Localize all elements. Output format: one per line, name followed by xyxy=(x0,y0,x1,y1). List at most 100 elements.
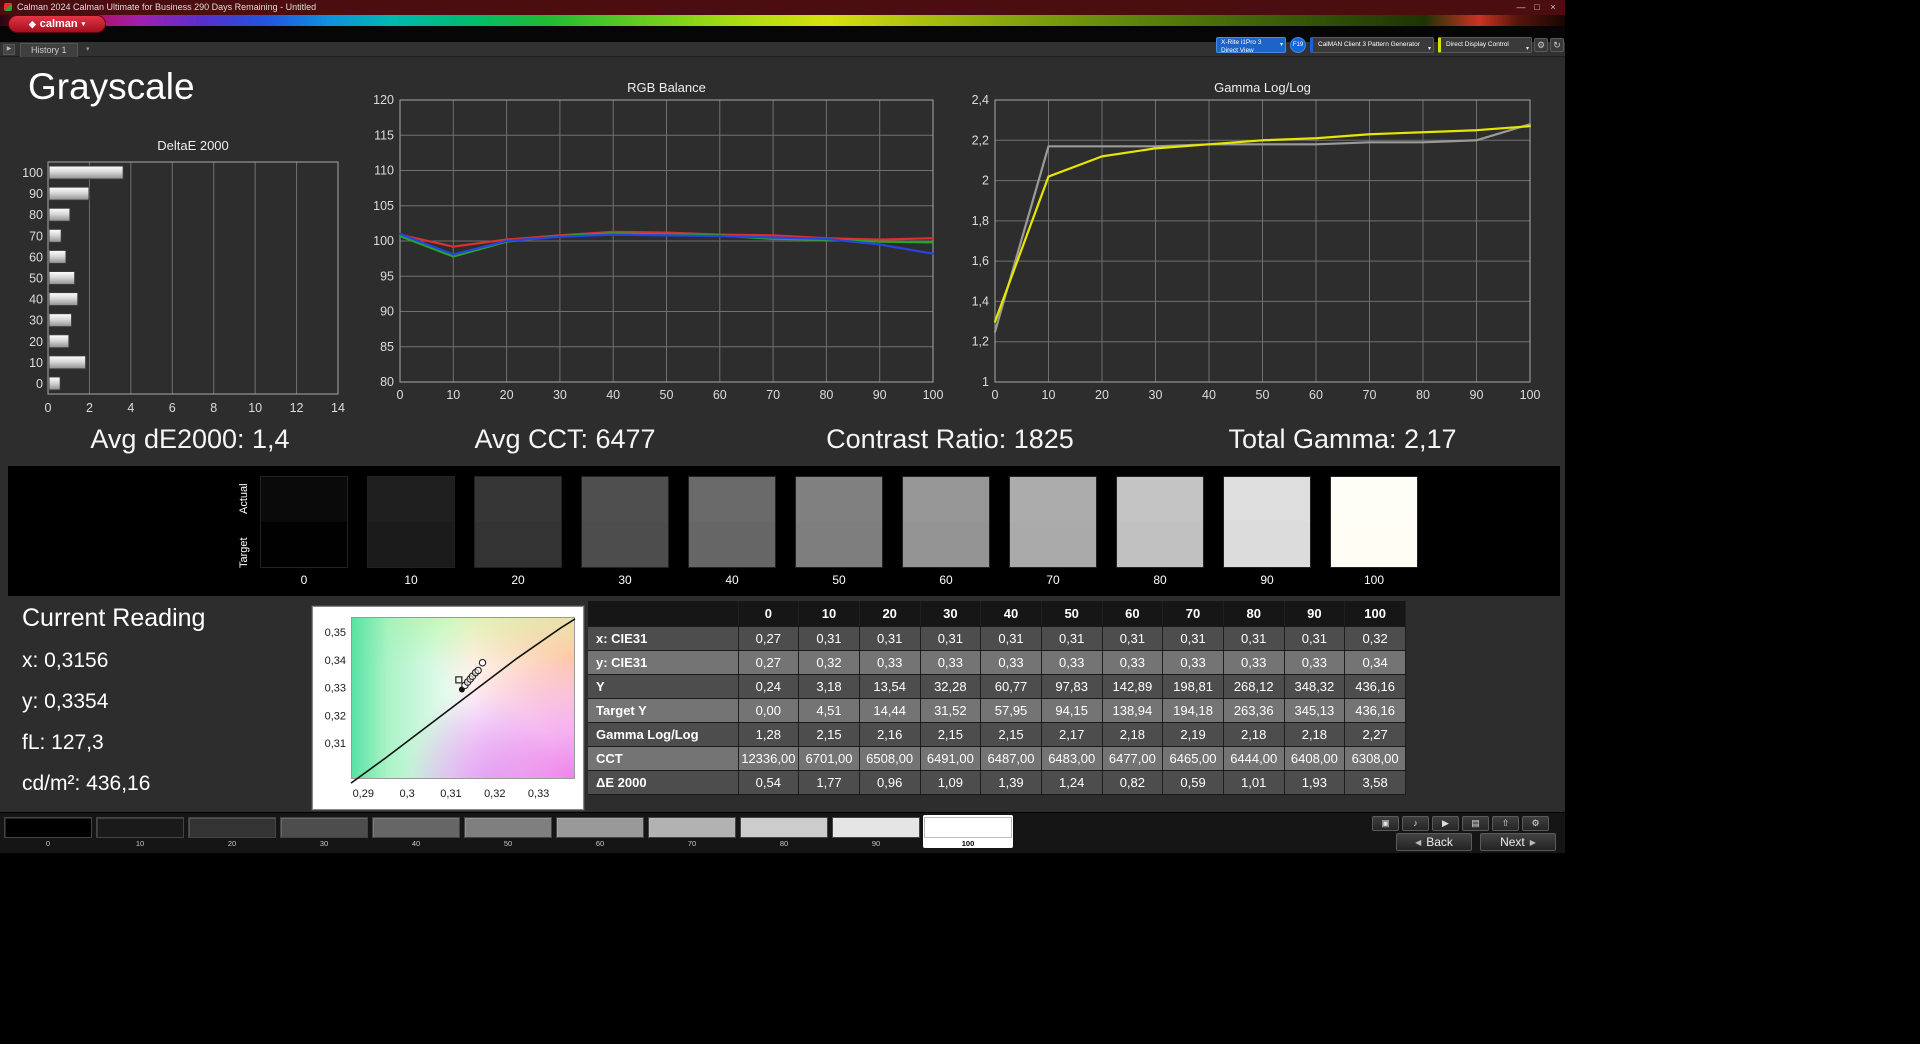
swatch-target-half xyxy=(475,522,561,567)
export-icon[interactable]: ⇧ xyxy=(1492,816,1519,831)
swatch-level-label: 70 xyxy=(1046,573,1060,587)
level-patch-button[interactable]: 40 xyxy=(371,815,461,848)
display-icon[interactable]: ▣ xyxy=(1372,816,1399,831)
tab-history-1[interactable]: History 1 xyxy=(20,43,78,57)
swatch-target-half xyxy=(689,522,775,567)
swatch-actual-half xyxy=(1224,477,1310,522)
svg-text:2,2: 2,2 xyxy=(972,133,989,147)
swatch-actual-half xyxy=(689,477,775,522)
chevron-down-icon: ▾ xyxy=(81,21,86,28)
svg-text:50: 50 xyxy=(29,272,43,286)
table-cell: 436,16 xyxy=(1344,674,1406,699)
next-button[interactable]: Next ▶ xyxy=(1480,833,1556,851)
play-icon[interactable]: ▶ xyxy=(1432,816,1459,831)
swatch-actual-half xyxy=(475,477,561,522)
svg-text:6: 6 xyxy=(169,401,176,415)
level-patch-label: 90 xyxy=(871,839,881,848)
close-button[interactable]: × xyxy=(1545,0,1561,15)
table-row: y: CIE31 0,27 0,32 0,33 0,33 0,33 0,33 0,33 0,33… xyxy=(588,650,1406,675)
level-patch-button[interactable]: 60 xyxy=(555,815,645,848)
calman-window: Calman 2024 Calman Ultimate for Business… xyxy=(0,0,1565,853)
display-control-button[interactable]: Direct Display Control ▾ xyxy=(1438,37,1532,53)
total-gamma-stat: Total Gamma: 2,17 xyxy=(1228,424,1457,454)
level-patch-button[interactable]: 0 xyxy=(3,815,93,848)
table-cell: 436,16 xyxy=(1344,698,1406,723)
svg-text:60: 60 xyxy=(29,250,43,264)
tab-scroll-button[interactable]: ▶ xyxy=(3,44,15,55)
svg-text:40: 40 xyxy=(606,388,620,402)
table-cell: 0,82 xyxy=(1102,770,1164,795)
grayscale-swatch: 0 xyxy=(260,476,348,587)
back-button[interactable]: ◀ Back xyxy=(1396,833,1472,851)
grayscale-swatch-strip: Actual Target 0 10 20 30 40 50 60 70 80 90 100 xyxy=(8,466,1560,596)
svg-text:50: 50 xyxy=(1256,388,1270,402)
calman-menu-button[interactable]: ◆ calman ▾ xyxy=(8,15,106,33)
table-cell: 198,81 xyxy=(1162,674,1224,699)
svg-text:80: 80 xyxy=(819,388,833,402)
pattern-level-patches: 0 10 20 30 40 50 60 70 80 90 100 xyxy=(3,815,1013,848)
contrast-ratio-stat: Contrast Ratio: 1825 xyxy=(826,424,1074,454)
level-patch-button[interactable]: 70 xyxy=(647,815,737,848)
table-corner-cell xyxy=(588,601,739,627)
table-column-header: 40 xyxy=(980,601,1042,627)
table-column-header: 10 xyxy=(798,601,860,627)
table-cell: 0,24 xyxy=(738,674,800,699)
next-button-label: Next xyxy=(1500,835,1525,849)
level-patch-button[interactable]: 20 xyxy=(187,815,277,848)
swatch-level-label: 40 xyxy=(725,573,739,587)
swatch-level-label: 90 xyxy=(1260,573,1274,587)
current-reading-title: Current Reading xyxy=(22,604,206,632)
table-column-header: 70 xyxy=(1162,601,1224,627)
minimize-button[interactable]: — xyxy=(1513,0,1529,15)
table-cell: 6465,00 xyxy=(1162,746,1224,771)
level-patch-button[interactable]: 90 xyxy=(831,815,921,848)
table-cell: 2,16 xyxy=(859,722,921,747)
swatch-actual-half xyxy=(368,477,454,522)
page-title: Grayscale xyxy=(28,66,195,107)
grayscale-swatch: 80 xyxy=(1116,476,1204,587)
table-cell: 6477,00 xyxy=(1102,746,1164,771)
level-patch-button[interactable]: 100 xyxy=(923,815,1013,848)
swatch-level-label: 0 xyxy=(300,573,308,587)
grayscale-swatch: 100 xyxy=(1330,476,1418,587)
level-patch-label: 70 xyxy=(687,839,697,848)
level-patch-button[interactable]: 30 xyxy=(279,815,369,848)
swatch-target-half xyxy=(1117,522,1203,567)
reading-y: y: 0,3354 xyxy=(22,690,109,713)
svg-text:20: 20 xyxy=(500,388,514,402)
table-cell: 0,33 xyxy=(1102,650,1164,675)
svg-text:0: 0 xyxy=(45,401,52,415)
meter-status-badge[interactable]: F19 xyxy=(1290,37,1306,53)
grayscale-swatch: 90 xyxy=(1223,476,1311,587)
target-axis-label: Target xyxy=(238,537,250,569)
meter-select-button[interactable]: X-Rite i1Pro 3 Direct View ▾ xyxy=(1216,37,1286,54)
level-patch-button[interactable]: 10 xyxy=(95,815,185,848)
pattern-source-button[interactable]: CalMAN Client 3 Pattern Generator ▾ xyxy=(1310,37,1434,53)
level-patch-label: 100 xyxy=(961,839,975,848)
svg-text:40: 40 xyxy=(29,293,43,307)
level-patch-swatch xyxy=(4,817,92,838)
table-cell: 268,12 xyxy=(1223,674,1285,699)
refresh-icon[interactable]: ↻ xyxy=(1550,38,1564,52)
table-cell: 97,83 xyxy=(1041,674,1103,699)
table-cell: 2,18 xyxy=(1102,722,1164,747)
settings-icon[interactable]: ⚙ xyxy=(1522,816,1549,831)
gear-icon[interactable]: ⚙ xyxy=(1534,38,1548,52)
table-row: CCT 12336,00 6701,00 6508,00 6491,00 6487,00 6… xyxy=(588,746,1406,771)
back-button-label: Back xyxy=(1426,835,1453,849)
swatch-target-half xyxy=(1224,522,1310,567)
table-row-label: ΔE 2000 xyxy=(588,770,739,795)
maximize-button[interactable]: □ xyxy=(1529,0,1545,15)
speaker-icon[interactable]: ♪ xyxy=(1402,816,1429,831)
svg-text:30: 30 xyxy=(1149,388,1163,402)
level-patch-button[interactable]: 50 xyxy=(463,815,553,848)
level-patch-button[interactable]: 80 xyxy=(739,815,829,848)
svg-text:1,4: 1,4 xyxy=(972,294,989,308)
tab-menu-caret[interactable]: ▾ xyxy=(86,45,90,53)
swatch-actual-half xyxy=(1331,477,1417,522)
table-cell: 263,36 xyxy=(1223,698,1285,723)
table-cell: 0,33 xyxy=(1162,650,1224,675)
table-cell: 0,33 xyxy=(859,650,921,675)
table-cell: 0,33 xyxy=(920,650,982,675)
printer-icon[interactable]: ▤ xyxy=(1462,816,1489,831)
